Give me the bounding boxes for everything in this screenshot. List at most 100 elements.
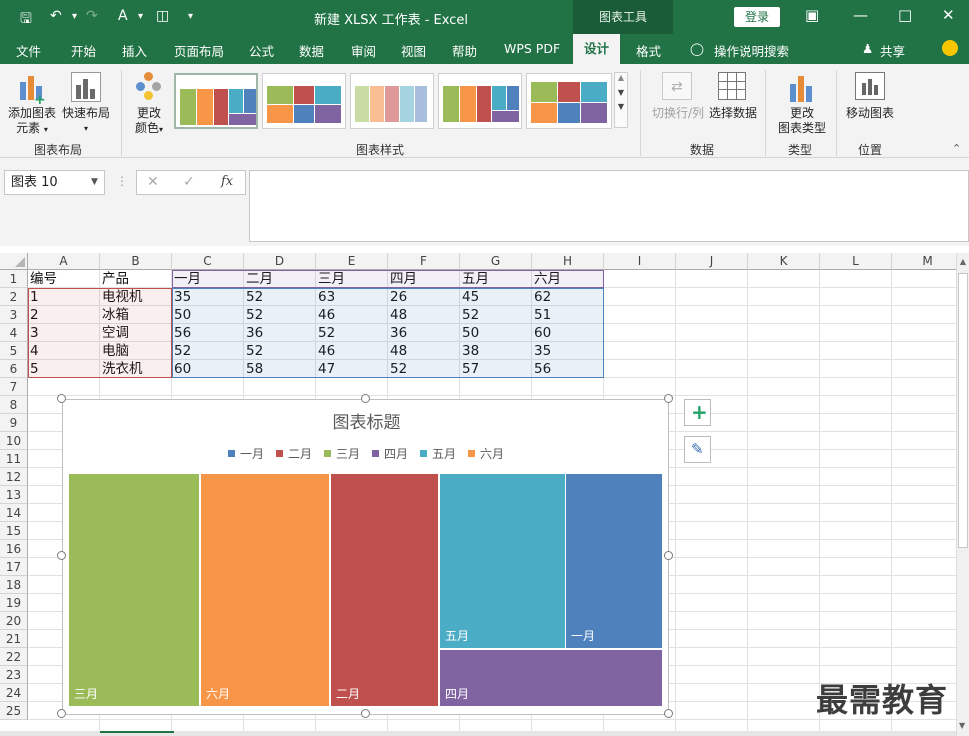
tab-formulas[interactable]: 公式: [249, 41, 274, 60]
row-header-18[interactable]: 18: [0, 576, 28, 594]
customize-toolbar-icon[interactable]: ▾: [188, 11, 193, 22]
tab-wps-pdf[interactable]: WPS PDF: [504, 41, 560, 56]
quick-layout-button[interactable]: 快速布局 ▾: [58, 106, 114, 136]
gallery-up-icon[interactable]: ▲: [615, 73, 627, 82]
chart-title[interactable]: 图表标题: [63, 408, 670, 433]
tab-design[interactable]: 设计: [573, 34, 621, 64]
row-header-2[interactable]: 2: [0, 288, 28, 306]
row-header-15[interactable]: 15: [0, 522, 28, 540]
name-box-dropdown-icon[interactable]: ▼: [91, 171, 98, 194]
minimize-icon[interactable]: —: [853, 6, 868, 24]
column-header-a[interactable]: A: [28, 253, 100, 270]
scroll-thumb[interactable]: [958, 273, 968, 548]
cell-a1[interactable]: 编号: [28, 270, 100, 288]
feedback-smiley-icon[interactable]: [942, 40, 958, 56]
row-header-24[interactable]: 24: [0, 684, 28, 702]
treemap-tile[interactable]: 四月: [440, 650, 662, 706]
scroll-down-icon[interactable]: ▼: [959, 721, 965, 730]
login-button[interactable]: 登录: [734, 7, 780, 27]
treemap-tile[interactable]: 五月: [440, 474, 565, 648]
treemap-tile[interactable]: 三月: [69, 474, 199, 706]
tab-view[interactable]: 视图: [401, 41, 426, 60]
add-chart-element-button[interactable]: 添加图表 元素 ▾: [6, 106, 58, 137]
tab-format[interactable]: 格式: [636, 41, 661, 60]
insert-function-icon[interactable]: fx: [221, 174, 233, 189]
close-icon[interactable]: ✕: [942, 6, 955, 24]
resize-handle-tr[interactable]: [664, 394, 673, 403]
format-painter-icon[interactable]: A: [118, 8, 128, 24]
vertical-scrollbar[interactable]: ▲ ▼: [956, 253, 969, 736]
resize-handle-b[interactable]: [361, 709, 370, 718]
plot-area[interactable]: 三月 六月 二月 五月 一月 四月: [69, 474, 663, 707]
legend-entry[interactable]: 六月: [468, 445, 504, 462]
column-header-h[interactable]: H: [532, 253, 604, 270]
resize-handle-r[interactable]: [664, 551, 673, 560]
row-header-5[interactable]: 5: [0, 342, 28, 360]
tab-insert[interactable]: 插入: [122, 41, 147, 60]
row-header-6[interactable]: 6: [0, 360, 28, 378]
gallery-down-icon[interactable]: ▼: [615, 88, 627, 97]
legend-entry[interactable]: 三月: [324, 445, 360, 462]
legend-entry[interactable]: 二月: [276, 445, 312, 462]
tab-home[interactable]: 开始: [71, 41, 96, 60]
column-header-d[interactable]: D: [244, 253, 316, 270]
resize-handle-t[interactable]: [361, 394, 370, 403]
maximize-icon[interactable]: □: [898, 6, 912, 24]
column-header-b[interactable]: B: [100, 253, 172, 270]
chart-styles-button[interactable]: ✎: [684, 436, 711, 463]
row-header-9[interactable]: 9: [0, 414, 28, 432]
ribbon-display-icon[interactable]: ▣: [805, 6, 819, 24]
formula-input[interactable]: [249, 170, 969, 242]
legend-entry[interactable]: 五月: [420, 445, 456, 462]
legend-entry[interactable]: 一月: [228, 445, 264, 462]
row-header-3[interactable]: 3: [0, 306, 28, 324]
row-header-23[interactable]: 23: [0, 666, 28, 684]
resize-handle-l[interactable]: [57, 551, 66, 560]
select-data-button[interactable]: 选择数据: [705, 106, 761, 121]
treemap-chart[interactable]: 图表标题 一月 二月 三月 四月 五月 六月 三月 六月 二月 五月 一月 四月: [62, 399, 669, 715]
chart-style-2[interactable]: [262, 73, 346, 129]
column-header-g[interactable]: G: [460, 253, 532, 270]
active-sheet-indicator[interactable]: [100, 731, 174, 733]
legend-entry[interactable]: 四月: [372, 445, 408, 462]
row-header-16[interactable]: 16: [0, 540, 28, 558]
save-icon[interactable]: 🖫: [20, 8, 32, 32]
column-header-f[interactable]: F: [388, 253, 460, 270]
row-header-20[interactable]: 20: [0, 612, 28, 630]
tab-data[interactable]: 数据: [299, 41, 324, 60]
select-all-corner[interactable]: [0, 253, 28, 270]
row-header-22[interactable]: 22: [0, 648, 28, 666]
share-button[interactable]: 共享: [880, 41, 905, 60]
row-header-25[interactable]: 25: [0, 702, 28, 720]
column-header-m[interactable]: M: [892, 253, 956, 270]
chart-style-5[interactable]: [526, 73, 612, 129]
scroll-up-icon[interactable]: ▲: [957, 257, 969, 266]
tab-review[interactable]: 审阅: [351, 41, 376, 60]
chart-elements-button[interactable]: +: [684, 399, 711, 426]
treemap-tile[interactable]: 六月: [201, 474, 329, 706]
undo-dropdown-icon[interactable]: ▾: [72, 11, 77, 22]
row-header-4[interactable]: 4: [0, 324, 28, 342]
row-header-7[interactable]: 7: [0, 378, 28, 396]
cell-b1[interactable]: 产品: [100, 270, 172, 288]
row-header-19[interactable]: 19: [0, 594, 28, 612]
gallery-scroll[interactable]: ▲ ▼ ▼: [614, 72, 628, 128]
format-dropdown-icon[interactable]: ▾: [138, 11, 143, 22]
resize-handle-tl[interactable]: [57, 394, 66, 403]
column-header-j[interactable]: J: [676, 253, 748, 270]
change-colors-button[interactable]: 更改 颜色▾: [127, 106, 171, 137]
undo-icon[interactable]: ↶: [50, 8, 62, 24]
tab-page-layout[interactable]: 页面布局: [174, 41, 224, 60]
gallery-more-icon[interactable]: ▼: [615, 102, 627, 111]
collapse-ribbon-icon[interactable]: ⌃: [952, 142, 961, 155]
row-header-21[interactable]: 21: [0, 630, 28, 648]
chart-style-3[interactable]: [350, 73, 434, 129]
row-header-8[interactable]: 8: [0, 396, 28, 414]
name-box[interactable]: 图表 10 ▼: [4, 170, 105, 195]
column-header-c[interactable]: C: [172, 253, 244, 270]
chart-style-4[interactable]: [438, 73, 522, 129]
column-header-i[interactable]: I: [604, 253, 676, 270]
tab-help[interactable]: 帮助: [452, 41, 477, 60]
treemap-tile[interactable]: 一月: [566, 474, 662, 648]
chart-style-1[interactable]: [174, 73, 258, 129]
